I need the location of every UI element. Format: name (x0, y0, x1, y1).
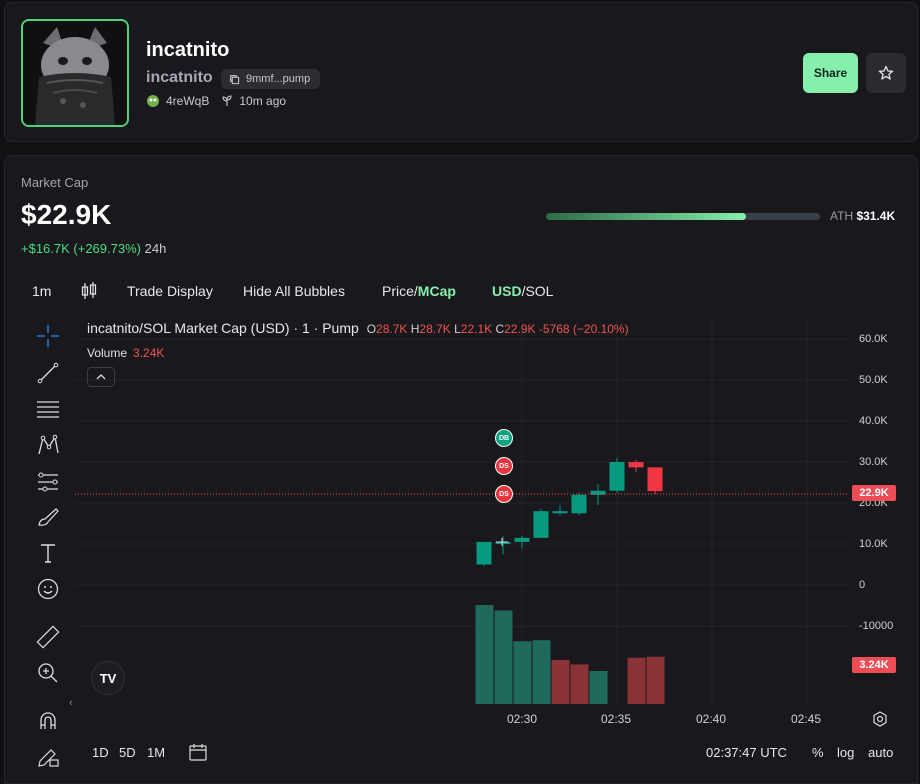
creator-name[interactable]: 4reWqB (166, 94, 209, 108)
y-axis-label: 40.0K (859, 415, 888, 427)
volume-label: Volume (87, 346, 128, 360)
creator-avatar-icon[interactable] (146, 94, 160, 108)
sprout-icon (222, 95, 232, 106)
y-axis-label: 0 (859, 579, 866, 591)
star-icon (878, 65, 894, 80)
volume-bar (551, 660, 570, 704)
volume-tag: 3.24K (852, 657, 896, 673)
ohlc-values: O28.7K H28.7K L22.1K C22.9K -5768 (−20.1… (366, 322, 629, 336)
collapse-legend-button[interactable] (87, 367, 115, 387)
chart-legend: incatnito/SOL Market Cap (USD) · 1 · Pum… (87, 320, 629, 336)
price-chart[interactable] (5, 156, 917, 783)
token-ticker: incatnito (146, 69, 213, 86)
x-axis-label: 02:35 (601, 712, 632, 726)
token-age: 10m ago (239, 94, 287, 108)
share-button[interactable]: Share (803, 53, 858, 93)
y-axis-label: -10000 (859, 620, 894, 632)
range-1d-button[interactable]: 1D (92, 745, 109, 760)
volume-bar (513, 641, 532, 704)
candle-body (628, 462, 644, 468)
candle-body (552, 511, 568, 514)
candle-body (609, 462, 625, 491)
y-axis-label: 60.0K (859, 333, 888, 345)
token-avatar[interactable] (21, 19, 129, 127)
volume-bar (494, 610, 513, 704)
dev-sell-badge[interactable]: DS (495, 485, 513, 503)
volume-bar (570, 664, 589, 704)
candle-body (571, 494, 587, 514)
current-price-tag: 22.9K (852, 485, 896, 501)
log-scale-toggle[interactable]: log (837, 745, 854, 760)
favorite-button[interactable] (866, 53, 906, 93)
candle-body (533, 511, 549, 538)
utc-clock[interactable]: 02:37:47 UTC (706, 745, 787, 760)
gear-icon (873, 711, 887, 727)
candle-body (476, 541, 492, 565)
calendar-icon (189, 744, 207, 761)
chart-grid (75, 321, 849, 704)
x-axis-label: 02:45 (791, 712, 822, 726)
volume-value: 3.24K (133, 346, 165, 360)
candle-body (514, 537, 530, 542)
percent-scale-toggle[interactable]: % (812, 745, 824, 760)
copy-icon (230, 74, 240, 84)
range-1m-button[interactable]: 1M (147, 745, 165, 760)
token-header-card: incatnito incatnito 9mmf...pump 4reWqB 1… (4, 2, 918, 142)
tradingview-logo[interactable]: TV (91, 661, 125, 695)
token-address: 9mmf...pump (246, 73, 311, 85)
candle-body (647, 467, 663, 492)
date-range-button[interactable] (188, 742, 208, 767)
y-axis-label: 10.0K (859, 538, 888, 550)
y-axis-label: 50.0K (859, 374, 888, 386)
token-name: incatnito (146, 39, 230, 61)
range-5d-button[interactable]: 5D (119, 745, 136, 760)
volume-bars (475, 605, 665, 704)
token-meta: 4reWqB 10m ago (146, 94, 286, 108)
chart-symbol: incatnito/SOL Market Cap (USD) · 1 · Pum… (87, 320, 359, 336)
volume-bar (475, 605, 494, 704)
chart-settings-button[interactable] (872, 711, 888, 732)
dev-buy-badge[interactable]: DB (495, 429, 513, 447)
volume-bar (646, 656, 665, 704)
volume-bar (627, 657, 646, 704)
auto-scale-toggle[interactable]: auto (868, 745, 893, 760)
volume-legend: Volume 3.24K (87, 346, 164, 360)
dev-sell-badge[interactable]: DS (495, 457, 513, 475)
chart-card: Market Cap $22.9K +$16.7K (+269.73%) 24h… (4, 155, 918, 784)
copy-address-button[interactable]: 9mmf...pump (221, 69, 321, 89)
cat-avatar-image (23, 21, 127, 125)
volume-bar (589, 671, 608, 704)
chevron-up-icon (96, 374, 106, 380)
volume-bar (532, 640, 551, 704)
y-axis-label: 30.0K (859, 456, 888, 468)
x-axis-label: 02:30 (507, 712, 538, 726)
x-axis-label: 02:40 (696, 712, 727, 726)
